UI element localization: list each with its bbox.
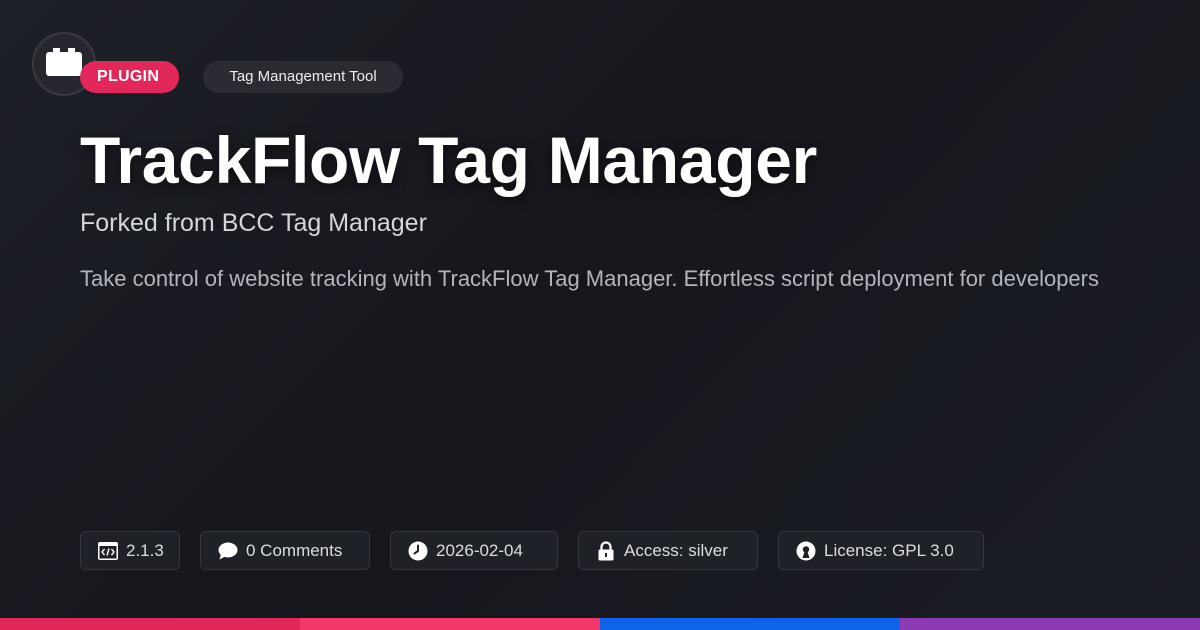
open-source-icon: [795, 540, 816, 561]
lock-icon: [595, 540, 616, 561]
date-label: 2026-02-04: [436, 540, 523, 560]
page-title: TrackFlow Tag Manager: [80, 123, 818, 197]
version-chip: 2.1.3: [80, 531, 180, 570]
access-chip: Access: silver: [578, 531, 758, 570]
accent-segment: [600, 618, 900, 630]
version-label: 2.1.3: [126, 540, 164, 560]
accent-bar: [0, 618, 1200, 630]
description: Take control of website tracking with Tr…: [80, 266, 1099, 291]
code-icon: [97, 540, 118, 561]
accent-segment: [0, 618, 300, 630]
access-label: Access: silver: [624, 540, 728, 560]
license-label: License: GPL 3.0: [824, 540, 954, 560]
clock-icon: [407, 540, 428, 561]
type-badge: PLUGIN: [80, 61, 179, 93]
license-chip: License: GPL 3.0: [778, 531, 984, 570]
accent-segment: [900, 618, 1200, 630]
category-tag[interactable]: Tag Management Tool: [203, 61, 403, 93]
date-chip: 2026-02-04: [390, 531, 558, 570]
comments-label: 0 Comments: [246, 540, 343, 560]
comments-chip[interactable]: 0 Comments: [200, 531, 370, 570]
subtitle: Forked from BCC Tag Manager: [80, 209, 427, 237]
plugin-block-icon: [46, 47, 82, 81]
speech-bubble-icon: [217, 540, 238, 561]
accent-segment: [300, 618, 600, 630]
